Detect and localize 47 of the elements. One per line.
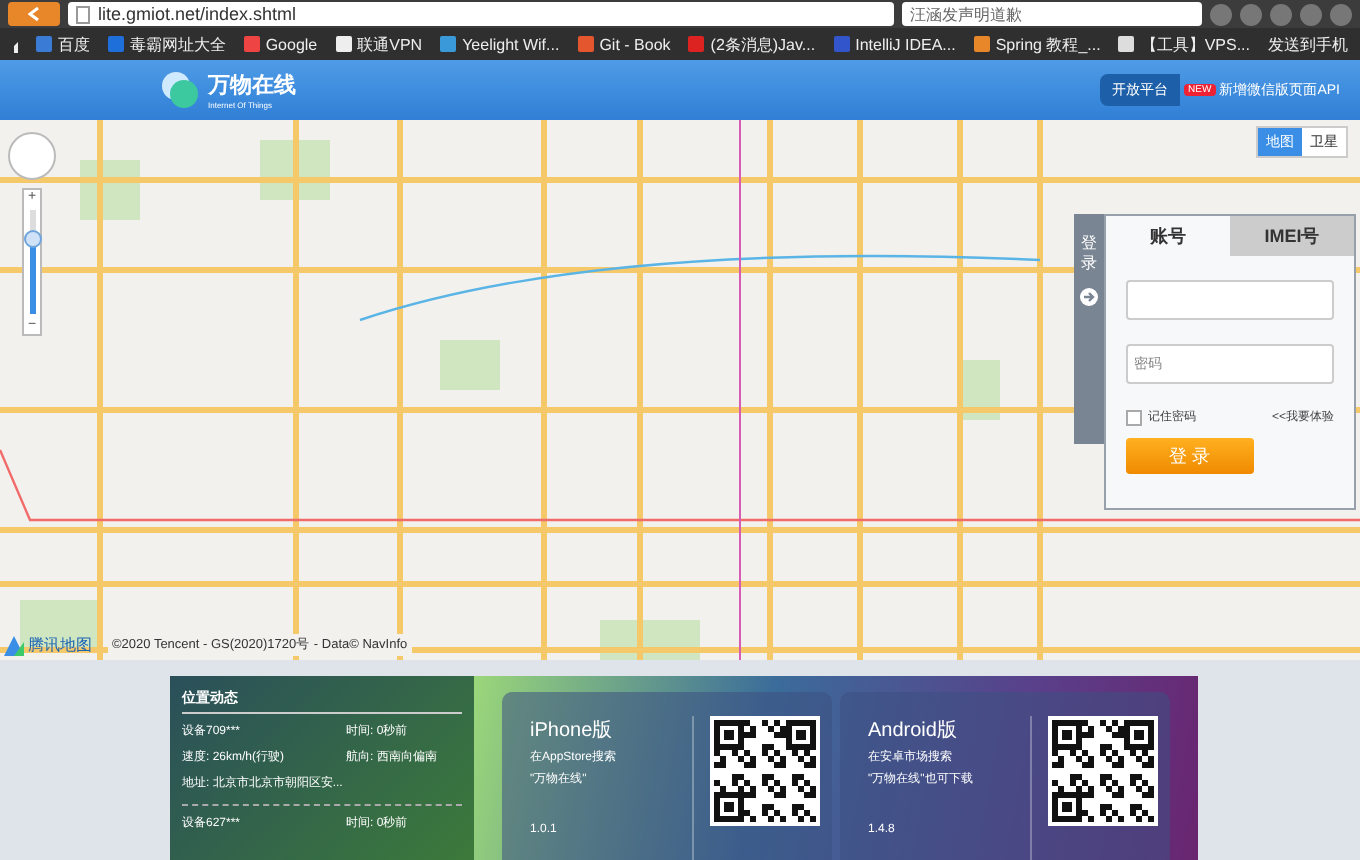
back-button[interactable] bbox=[8, 2, 60, 26]
map-brand: 腾讯地图 bbox=[28, 634, 92, 656]
send-to-phone-link[interactable]: 发送到手机 bbox=[1268, 33, 1348, 55]
bookmark-link[interactable]: (2条消息)Jav... bbox=[688, 33, 816, 55]
bookmark-favicon-icon bbox=[35, 36, 52, 52]
url-text: lite.gmiot.net/index.shtml bbox=[98, 4, 297, 24]
map-brand-icon bbox=[4, 635, 24, 655]
bookmark-favicon-icon bbox=[335, 36, 352, 52]
bookmark-favicon-icon bbox=[688, 36, 705, 52]
search-field[interactable]: 汪涵发声明道歉 bbox=[902, 2, 1202, 26]
bookmark-link[interactable]: 【工具】VPS... bbox=[1118, 33, 1250, 55]
login-tab[interactable]: IMEI号 bbox=[1230, 216, 1354, 256]
bookmark-link[interactable]: 联通VPN bbox=[335, 33, 423, 55]
bookmark-link[interactable]: Yeelight Wif... bbox=[440, 35, 560, 53]
bookmark-link[interactable]: Google bbox=[243, 35, 318, 53]
login-side-tab[interactable]: 登录 bbox=[1074, 214, 1104, 444]
bookmark-favicon-icon bbox=[577, 36, 594, 52]
app-title: Android版 bbox=[868, 718, 959, 744]
arrow-icon bbox=[1080, 287, 1098, 306]
bookmark-link[interactable]: IntelliJ IDEA... bbox=[833, 35, 956, 53]
logo-title: 万物在线 bbox=[208, 71, 296, 100]
logo-icon bbox=[160, 70, 200, 110]
qr-code bbox=[710, 716, 820, 826]
bookmark-link[interactable]: 百度 bbox=[35, 33, 90, 55]
app-title: iPhone版 bbox=[530, 718, 615, 744]
bookmark-link[interactable]: 毒霸网址大全 bbox=[107, 33, 226, 55]
qr-code bbox=[1048, 716, 1158, 826]
toolbar-icon[interactable] bbox=[1210, 3, 1232, 25]
toolbar-icon[interactable] bbox=[1330, 3, 1352, 25]
bookmark-link[interactable]: Git - Book bbox=[577, 35, 671, 53]
page-icon bbox=[76, 5, 90, 23]
bookmark-favicon-icon bbox=[440, 36, 457, 52]
toolbar-icon[interactable] bbox=[1270, 3, 1292, 25]
bookmark-favicon-icon bbox=[973, 36, 990, 52]
zoom-thumb[interactable] bbox=[23, 229, 41, 248]
bookmark-link[interactable]: Spring 教程_... bbox=[973, 33, 1101, 55]
pan-control[interactable] bbox=[8, 132, 56, 180]
remember-checkbox[interactable] bbox=[1126, 409, 1142, 425]
bookmark-favicon-icon bbox=[1118, 36, 1135, 52]
bookmark-favicon-icon bbox=[833, 36, 850, 52]
toolbar-icon[interactable] bbox=[1240, 3, 1262, 25]
toolbar-icon[interactable] bbox=[1300, 3, 1322, 25]
bookmark-favicon-icon bbox=[243, 36, 260, 52]
account-field[interactable] bbox=[1126, 280, 1334, 320]
bookmark-favicon-icon bbox=[107, 36, 124, 52]
login-side-label[interactable]: 登录 bbox=[1081, 234, 1097, 276]
address-bar[interactable]: lite.gmiot.net/index.shtml bbox=[68, 2, 894, 26]
